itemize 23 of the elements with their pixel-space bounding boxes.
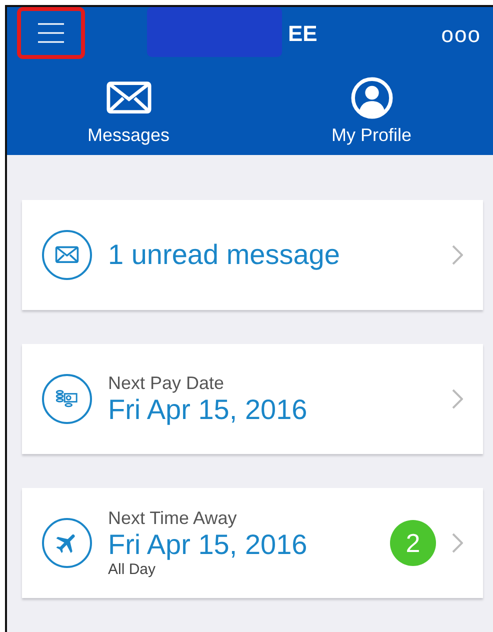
profile-icon [350, 77, 392, 119]
date-label: Next Pay Date [108, 372, 226, 394]
envelope-icon [106, 81, 152, 115]
chevron-icon [452, 389, 463, 409]
chevron-icon [452, 245, 463, 265]
more-button[interactable]: ooo [441, 22, 481, 48]
date-card[interactable]: Next Time Away Fri Apr 15, 2016 All Day 2 [22, 488, 483, 598]
chevron-icon [452, 533, 463, 553]
count-badge: 2 [390, 520, 436, 566]
menu-button[interactable] [17, 6, 85, 58]
date-card[interactable]: Next Pay Date Fri Apr 15, 2016 [22, 344, 483, 454]
money-icon [55, 389, 79, 409]
date-value: Fri Apr 15, 2016 [108, 394, 308, 426]
date-value: Fri Apr 15, 2016 [108, 529, 308, 561]
header-title: EE [288, 21, 318, 47]
message-card[interactable]: 1 unread message [22, 200, 483, 310]
unread-count: 1 unread message [108, 239, 341, 271]
nav-tab[interactable]: My Profile [250, 62, 493, 155]
menu-icon [38, 22, 64, 42]
nav-tab[interactable]: Messages [7, 62, 250, 155]
date-label: Next Time Away [108, 508, 238, 529]
envelope-icon [55, 246, 79, 264]
date-note: All Day [108, 561, 157, 578]
